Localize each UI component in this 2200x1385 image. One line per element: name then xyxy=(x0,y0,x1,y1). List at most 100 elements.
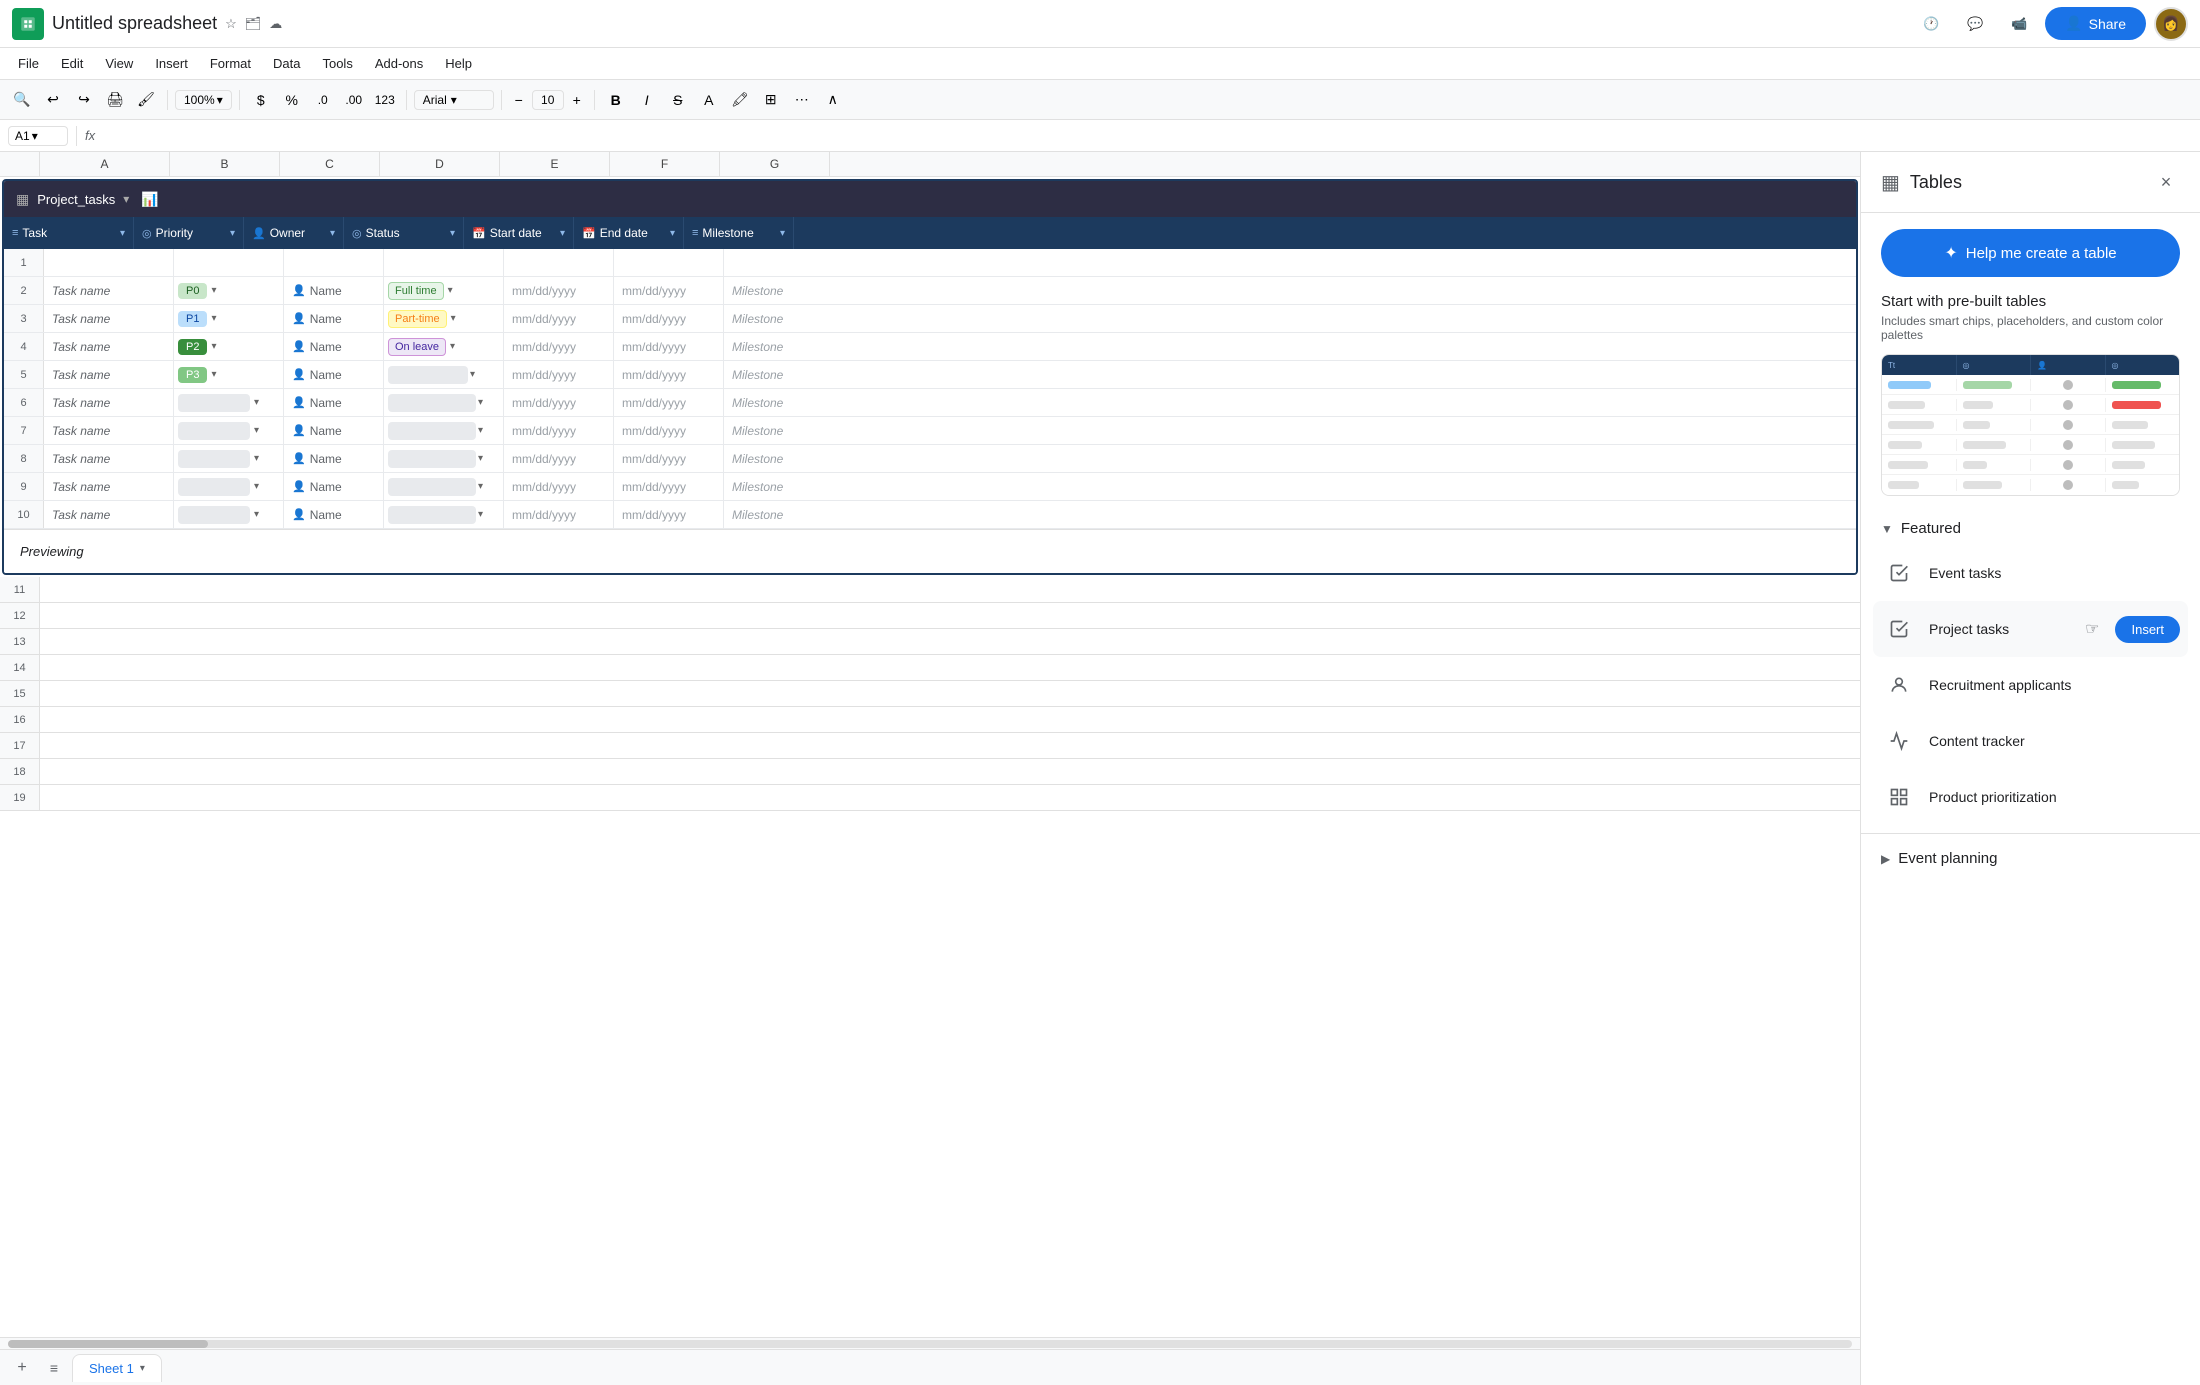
empty-row[interactable]: 19 xyxy=(0,785,1860,811)
avatar[interactable]: 👩 xyxy=(2154,7,2188,41)
table-row[interactable]: 7 Task name ▾ 👤 Name ▾ mm/dd/yyyy mm/dd/… xyxy=(4,417,1856,445)
col-C[interactable]: C xyxy=(280,152,380,176)
table-name-label[interactable]: Project_tasks xyxy=(37,192,115,207)
text-color-btn[interactable]: A xyxy=(695,86,723,114)
format-paint-btn[interactable]: 🖌 xyxy=(132,86,160,114)
table-row[interactable]: 2 Task name P0 ▾ 👤 Name Full time ▾ xyxy=(4,277,1856,305)
table-row[interactable]: 5 Task name P3 ▾ 👤 Name ▾ xyxy=(4,361,1856,389)
event-planning-header[interactable]: ▶ Event planning xyxy=(1881,842,2180,875)
sheet-scroll-area[interactable]: A B C D E F G ▦ Project_tasks ▾ 📊 xyxy=(0,152,1860,1337)
parttime-dropdown[interactable]: ▾ xyxy=(451,313,456,324)
fulltime-dropdown[interactable]: ▾ xyxy=(448,285,453,296)
p2-dropdown[interactable]: ▾ xyxy=(211,341,216,352)
strikethrough-btn[interactable]: S xyxy=(664,86,692,114)
inc-dec-btn[interactable]: .00 xyxy=(340,86,368,114)
panel-close-btn[interactable]: × xyxy=(2152,168,2180,196)
sheets-menu-btn[interactable]: ≡ xyxy=(40,1354,68,1382)
bold-btn[interactable]: B xyxy=(602,86,630,114)
featured-item-event-tasks[interactable]: Event tasks xyxy=(1881,545,2180,601)
table-col-milestone[interactable]: ≡ Milestone ▾ xyxy=(684,217,794,249)
featured-item-product[interactable]: Product prioritization xyxy=(1881,769,2180,825)
history-icon[interactable]: 🕐 xyxy=(1913,6,1949,42)
featured-item-content-tracker[interactable]: Content tracker xyxy=(1881,713,2180,769)
col-E[interactable]: E xyxy=(500,152,610,176)
table-col-priority[interactable]: ◎ Priority ▾ xyxy=(134,217,244,249)
empty-row[interactable]: 14 xyxy=(0,655,1860,681)
print-btn[interactable]: 🖨 xyxy=(101,86,129,114)
formula-input[interactable] xyxy=(103,128,2192,143)
table-row[interactable]: 9 Task name ▾ 👤 Name ▾ mm/dd/yyyy mm/dd/… xyxy=(4,473,1856,501)
featured-item-project-tasks[interactable]: Project tasks ☞ Insert xyxy=(1873,601,2188,657)
undo-btn[interactable]: ↩ xyxy=(39,86,67,114)
col-G[interactable]: G xyxy=(720,152,830,176)
star-icon[interactable]: ☆ xyxy=(225,16,237,32)
insert-button[interactable]: Insert xyxy=(2115,616,2180,643)
menu-help[interactable]: Help xyxy=(435,52,482,75)
horizontal-scrollbar[interactable] xyxy=(0,1337,1860,1349)
p1-dropdown[interactable]: ▾ xyxy=(211,313,216,324)
borders-btn[interactable]: ⊞ xyxy=(757,86,785,114)
doc-title[interactable]: Untitled spreadsheet xyxy=(52,13,217,34)
percent-btn[interactable]: % xyxy=(278,86,306,114)
col-D[interactable]: D xyxy=(380,152,500,176)
font-increase-btn[interactable]: + xyxy=(567,86,587,114)
menu-format[interactable]: Format xyxy=(200,52,261,75)
empty-row[interactable]: 13 xyxy=(0,629,1860,655)
comments-icon[interactable]: 💬 xyxy=(1957,6,1993,42)
empty-row[interactable]: 18 xyxy=(0,759,1860,785)
currency-btn[interactable]: $ xyxy=(247,86,275,114)
table-col-task[interactable]: ≡ Task ▾ xyxy=(4,217,134,249)
highlight-btn[interactable]: 🖍 xyxy=(726,86,754,114)
menu-data[interactable]: Data xyxy=(263,52,310,75)
zoom-control[interactable]: 100% ▾ xyxy=(175,90,232,110)
empty-row[interactable]: 15 xyxy=(0,681,1860,707)
preview-thumbnail[interactable]: Tt ◎ 👤 ◎ xyxy=(1881,354,2180,496)
col-A[interactable]: A xyxy=(40,152,170,176)
search-btn[interactable]: 🔍 xyxy=(8,86,36,114)
video-icon[interactable]: 📹 xyxy=(2001,6,2037,42)
empty-row[interactable]: 12 xyxy=(0,603,1860,629)
italic-btn[interactable]: I xyxy=(633,86,661,114)
featured-item-recruitment[interactable]: Recruitment applicants xyxy=(1881,657,2180,713)
number-format-btn[interactable]: 123 xyxy=(371,86,399,114)
redo-btn[interactable]: ↪ xyxy=(70,86,98,114)
menu-insert[interactable]: Insert xyxy=(145,52,198,75)
featured-header[interactable]: ▼ Featured xyxy=(1881,512,2180,545)
table-col-owner[interactable]: 👤 Owner ▾ xyxy=(244,217,344,249)
table-row[interactable]: 6 Task name ▾ 👤 Name ▾ mm/dd/yyyy mm/dd/… xyxy=(4,389,1856,417)
table-row[interactable]: 10 Task name ▾ 👤 Name ▾ mm/dd/yyyy mm/dd… xyxy=(4,501,1856,529)
p0-dropdown[interactable]: ▾ xyxy=(211,285,216,296)
collapse-btn[interactable]: ∧ xyxy=(819,86,847,114)
col-B[interactable]: B xyxy=(170,152,280,176)
table-calendar-icon[interactable]: 📊 xyxy=(141,191,158,208)
share-button[interactable]: 👤 Tables Share xyxy=(2045,7,2146,40)
dec-dec-btn[interactable]: .0 xyxy=(309,86,337,114)
table-row[interactable]: 1 xyxy=(4,249,1856,277)
onleave-dropdown[interactable]: ▾ xyxy=(450,341,455,352)
more-options-btn[interactable]: ⋯ xyxy=(788,86,816,114)
empty-row[interactable]: 11 xyxy=(0,577,1860,603)
empty-row[interactable]: 17 xyxy=(0,733,1860,759)
table-row[interactable]: 8 Task name ▾ 👤 Name ▾ mm/dd/yyyy mm/dd/… xyxy=(4,445,1856,473)
h-scroll-thumb[interactable] xyxy=(8,1340,208,1348)
menu-file[interactable]: File xyxy=(8,52,49,75)
col-F[interactable]: F xyxy=(610,152,720,176)
add-sheet-btn[interactable]: + xyxy=(8,1354,36,1382)
font-size-input[interactable]: 10 xyxy=(532,90,564,110)
table-col-status[interactable]: ◎ Status ▾ xyxy=(344,217,464,249)
table-row[interactable]: 3 Task name P1 ▾ 👤 Name Part-time ▾ xyxy=(4,305,1856,333)
menu-addons[interactable]: Add-ons xyxy=(365,52,433,75)
table-col-end[interactable]: 📅 End date ▾ xyxy=(574,217,684,249)
table-name-arrow[interactable]: ▾ xyxy=(123,192,129,206)
table-col-start[interactable]: 📅 Start date ▾ xyxy=(464,217,574,249)
cloud-icon[interactable]: ☁ xyxy=(269,16,282,32)
help-create-table-btn[interactable]: ✦ Help me create a table xyxy=(1881,229,2180,277)
menu-tools[interactable]: Tools xyxy=(312,52,362,75)
sheet1-tab[interactable]: Sheet 1 ▾ xyxy=(72,1354,162,1382)
cell-reference[interactable]: A1 ▾ xyxy=(8,126,68,146)
table-row[interactable]: 4 Task name P2 ▾ 👤 Name On leave ▾ xyxy=(4,333,1856,361)
menu-view[interactable]: View xyxy=(95,52,143,75)
font-family-select[interactable]: Arial ▾ xyxy=(414,90,494,110)
font-decrease-btn[interactable]: − xyxy=(509,86,529,114)
folder-icon[interactable]: 🗂 xyxy=(245,16,262,32)
